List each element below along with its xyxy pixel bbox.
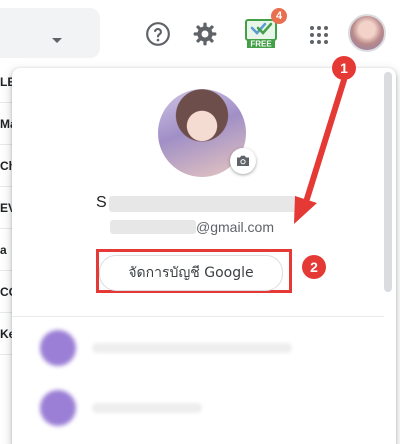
account-name: S [96,194,107,211]
free-label: FREE [250,40,272,49]
redacted-account [92,343,292,353]
redacted-name [109,196,299,212]
avatar [40,330,76,366]
account-email: @gmail.com [196,219,275,235]
avatar [40,390,76,426]
divider [12,316,384,317]
help-icon[interactable] [145,21,171,47]
redacted-email [110,220,196,234]
chevron-down-icon[interactable] [52,38,62,43]
account-avatar[interactable] [348,14,386,52]
change-photo-button[interactable] [230,148,256,174]
search-bar[interactable] [0,8,100,58]
notification-badge: 4 [271,8,287,24]
other-account-row[interactable] [40,390,300,430]
step-badge-1: 1 [332,56,356,80]
scrollbar[interactable] [384,72,392,292]
apps-icon[interactable] [309,25,329,45]
redacted-account [92,403,202,413]
other-account-row[interactable] [40,330,300,370]
account-menu: S @gmail.com จัดการบัญชี Google [12,68,396,444]
step-badge-2: 2 [302,255,326,279]
list-item-text: a [0,243,7,257]
gear-icon[interactable] [192,21,218,47]
camera-icon [237,155,249,166]
manage-google-account-button[interactable]: จัดการบัญชี Google [99,255,283,291]
